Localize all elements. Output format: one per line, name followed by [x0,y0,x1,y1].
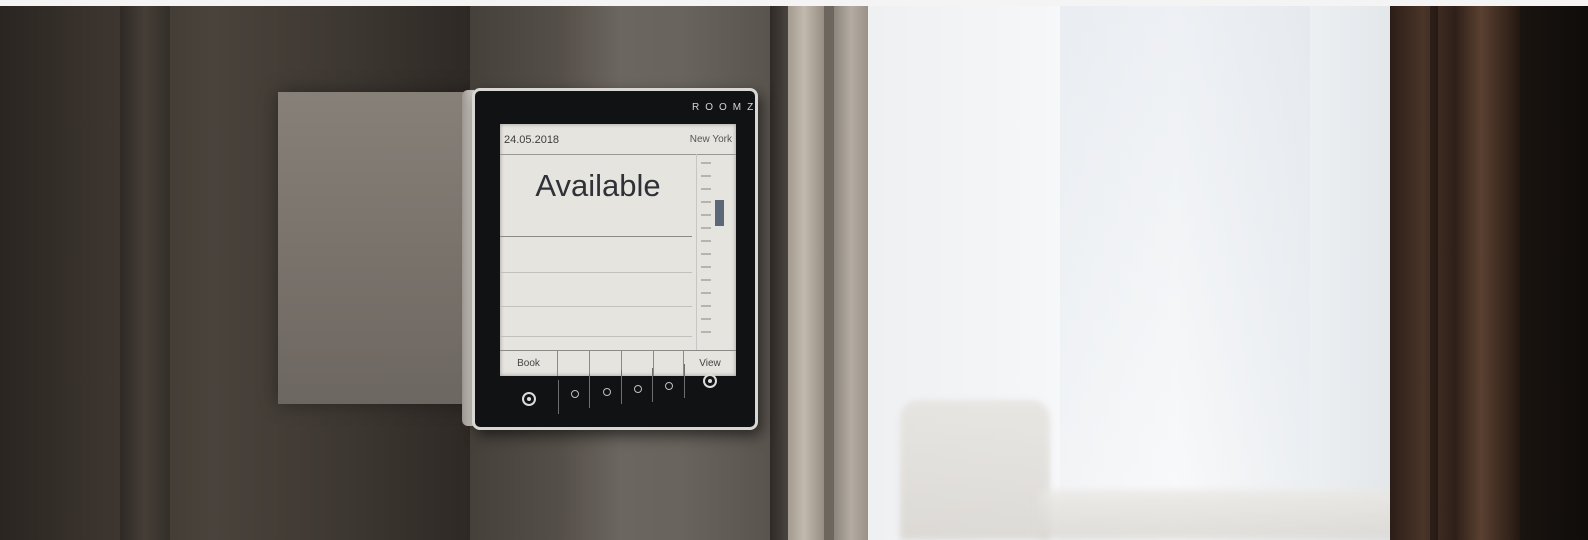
timeline-tick [701,331,711,333]
button-separator [684,364,685,398]
select-button-icon[interactable] [703,374,717,388]
option-button-icon[interactable] [571,390,579,398]
softkey-bar: Book View [500,350,736,376]
blurred-chair [900,400,1050,540]
softkey-1[interactable] [558,351,590,376]
location-label: New York [689,134,732,145]
booked-slot [715,200,724,226]
timeline-tick [701,214,711,216]
availability-status: Available [535,168,661,203]
button-separator [589,374,590,408]
curtain [1390,6,1520,540]
timeline-tick [701,266,711,268]
timeline-tick [701,175,711,177]
agenda-line [500,306,692,307]
timeline-tick [701,292,711,294]
button-separator [558,380,559,414]
timeline-tick [701,279,711,281]
right-edge-shadow [1520,6,1588,540]
date-label: 24.05.2018 [504,134,560,146]
option-button-icon[interactable] [603,388,611,396]
wall-shadow-band [120,6,170,540]
option-button-icon[interactable] [665,382,673,390]
door-frame-shadow [770,6,788,540]
button-separator [652,368,653,402]
timeline-tick [701,162,711,164]
option-button-icon[interactable] [634,385,642,393]
status-divider [500,236,692,237]
door-frame-inner [834,6,868,540]
curtain-fold [1430,6,1438,540]
room-wall-panel [1060,6,1310,540]
agenda-line [500,272,692,273]
timeline-tick [701,188,711,190]
button-separator [621,370,622,404]
timeline-tick [701,201,711,203]
timeline-tick [701,305,711,307]
select-button-icon[interactable] [522,392,536,406]
softkey-4[interactable] [654,351,684,376]
mounting-panel [278,92,478,404]
softkey-2[interactable] [590,351,622,376]
view-softkey[interactable]: View [684,351,736,376]
timeline-tick [701,240,711,242]
softkey-3[interactable] [622,351,654,376]
book-softkey[interactable]: Book [500,351,558,376]
day-timeline [696,154,736,350]
timeline-tick [701,318,711,320]
blurred-table [1040,490,1420,540]
eink-screen: 24.05.2018 New York Available Book View [500,124,736,376]
timeline-tick [701,253,711,255]
brand-logo: ROOMZ [692,102,760,113]
door-frame [788,6,824,540]
screen-header: 24.05.2018 New York [500,124,736,155]
door-frame-gap [824,6,834,540]
agenda-line [500,336,692,337]
photo-scene: ROOMZ 24.05.2018 New York Available Book… [0,0,1588,540]
timeline-tick [701,227,711,229]
